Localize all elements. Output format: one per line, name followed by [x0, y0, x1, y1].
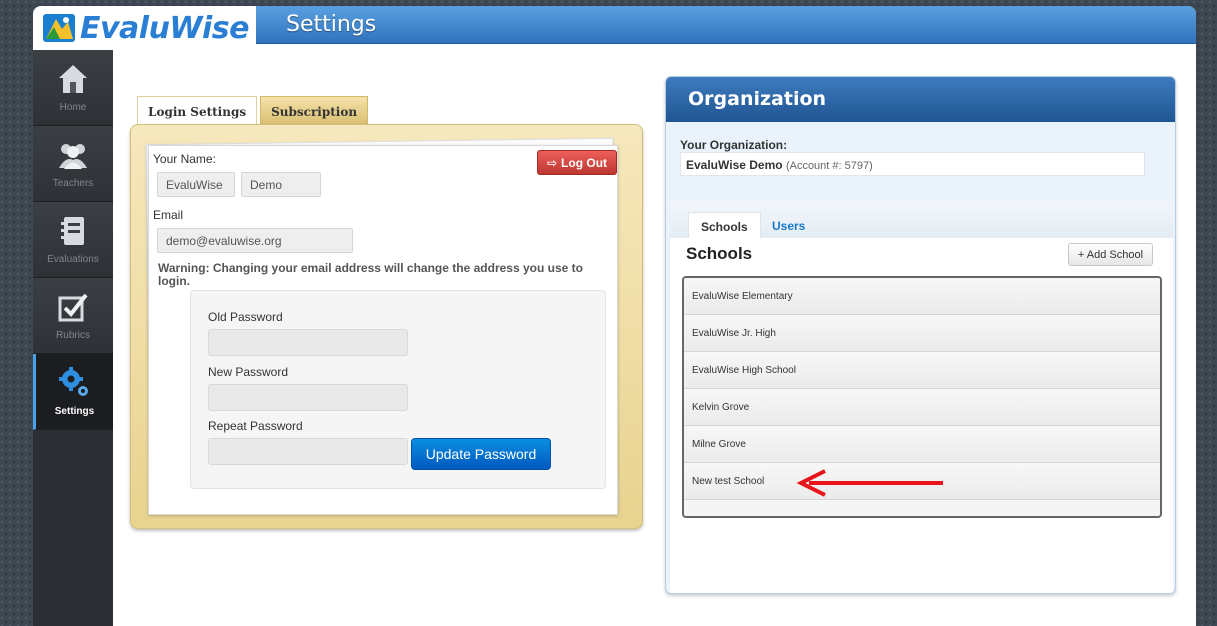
account-number: (Account #: 5797): [785, 160, 873, 172]
list-item[interactable]: EvaluWise High School: [684, 352, 1160, 389]
organization-name-field: EvaluWise Demo (Account #: 5797): [680, 152, 1145, 176]
email-label: Email: [153, 208, 184, 222]
name-label: Your Name:: [153, 152, 216, 166]
tab-users[interactable]: Users: [760, 212, 817, 240]
your-organization-label: Your Organization:: [680, 138, 788, 152]
sidebar-item-label: Evaluations: [47, 254, 99, 265]
logo-text: EvaluWise: [80, 10, 250, 46]
organization-title: Organization: [666, 77, 1175, 122]
sidebar-item-teachers[interactable]: Teachers: [33, 126, 113, 202]
logout-icon: ⇨: [546, 155, 558, 170]
logo-icon: [43, 14, 75, 42]
last-name-field[interactable]: Demo: [241, 172, 321, 197]
rubrics-icon: [58, 293, 88, 322]
organization-name: EvaluWise Demo: [686, 158, 783, 172]
red-arrow-annotation: [796, 469, 943, 497]
sidebar-item-home[interactable]: Home: [33, 50, 113, 126]
password-box: Old Password New Password Repeat Passwor…: [190, 290, 606, 489]
list-item[interactable]: Kelvin Grove: [684, 389, 1160, 426]
organization-panel: Organization Your Organization: EvaluWis…: [665, 76, 1176, 594]
update-password-button[interactable]: Update Password: [411, 438, 551, 470]
login-settings-panel: Your Name: ⇨ Log Out EvaluWise Demo Emai…: [130, 124, 643, 529]
sidebar-item-label: Home: [59, 102, 87, 113]
list-item[interactable]: Milne Grove: [684, 426, 1160, 463]
schools-section: Schools + Add School EvaluWise Elementar…: [670, 238, 1173, 593]
sidebar-item-settings[interactable]: Settings: [33, 354, 113, 430]
logout-label: Log Out: [561, 155, 608, 170]
email-field[interactable]: demo@evaluwise.org: [157, 228, 353, 253]
page-title: Settings: [286, 12, 377, 37]
home-icon: [59, 65, 87, 93]
sidebar-item-rubrics[interactable]: Rubrics: [33, 278, 113, 354]
tab-schools[interactable]: Schools: [688, 212, 761, 240]
evaluations-icon: [61, 217, 84, 245]
old-password-field[interactable]: [208, 329, 408, 356]
schools-heading: Schools: [686, 244, 753, 263]
login-tabs: Login Settings Subscription: [137, 96, 371, 126]
email-warning: Warning: Changing your email address wil…: [158, 261, 583, 288]
teachers-icon: [59, 144, 87, 169]
list-item[interactable]: EvaluWise Jr. High: [684, 315, 1160, 352]
sidebar-item-label: Rubrics: [56, 330, 90, 341]
repeat-password-label: Repeat Password: [208, 419, 303, 433]
new-password-label: New Password: [208, 365, 289, 379]
list-item[interactable]: EvaluWise Elementary: [684, 278, 1160, 315]
logout-button[interactable]: ⇨ Log Out: [537, 150, 617, 175]
new-password-field[interactable]: [208, 384, 408, 411]
first-name-field[interactable]: EvaluWise: [157, 172, 235, 197]
repeat-password-field[interactable]: [208, 438, 408, 465]
login-form: Your Name: ⇨ Log Out EvaluWise Demo Emai…: [148, 145, 618, 515]
settings-icon: [58, 367, 88, 396]
sidebar: Home Teachers Evaluations Rubrics Settin…: [33, 50, 113, 626]
old-password-label: Old Password: [208, 310, 283, 324]
sidebar-item-evaluations[interactable]: Evaluations: [33, 202, 113, 278]
tab-login-settings[interactable]: Login Settings: [137, 96, 258, 126]
app-logo[interactable]: EvaluWise: [33, 6, 256, 50]
organization-tabs: Schools Users: [670, 201, 1173, 240]
app-window: EvaluWise Settings Home Teachers Evaluat…: [33, 6, 1196, 626]
sidebar-item-label: Settings: [54, 406, 95, 417]
sidebar-item-label: Teachers: [52, 178, 94, 189]
add-school-button[interactable]: + Add School: [1068, 243, 1153, 266]
tab-subscription[interactable]: Subscription: [260, 96, 369, 126]
